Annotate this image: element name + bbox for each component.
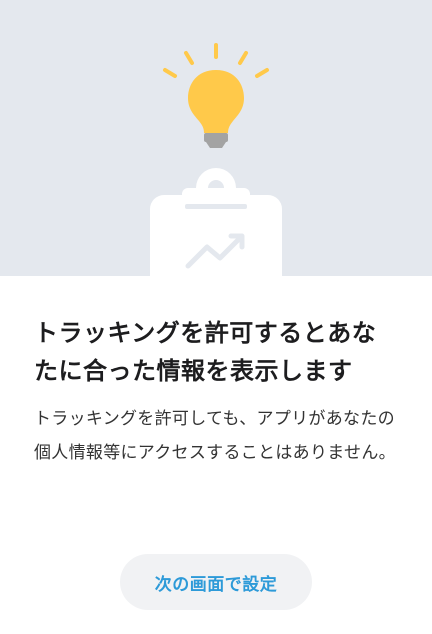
next-screen-settings-button[interactable]: 次の画面で設定 [120, 554, 312, 610]
dialog-title: トラッキングを許可するとあなたに合った情報を表示します [34, 319, 377, 385]
hero-illustration [0, 0, 432, 276]
ray-right-upper [238, 51, 248, 65]
dialog-body: トラッキングを許可しても、アプリがあなたの個人情報等にアクセスすることはありませ… [34, 409, 396, 463]
illustration-svg [150, 43, 282, 276]
tracking-permission-screen: トラッキングを許可するとあなたに合った情報を表示します トラッキングを許可しても… [0, 0, 432, 634]
dialog-content: トラッキングを許可するとあなたに合った情報を表示します トラッキングを許可しても… [34, 314, 398, 470]
ray-left-upper [184, 51, 194, 65]
lightbulb-icon [188, 70, 244, 148]
ray-right-lower [255, 68, 269, 78]
ray-left-lower [163, 68, 177, 78]
clipboard-icon [150, 168, 282, 276]
